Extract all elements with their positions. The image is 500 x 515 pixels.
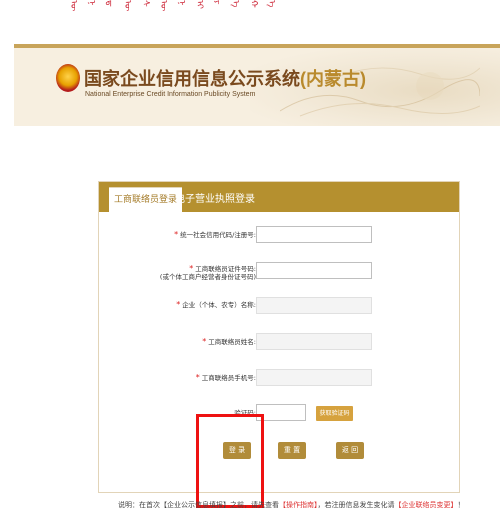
- footer-note: 说明：在首次【企业公示信息填报】之前，请先查看【操作指南】，若注册信息发生变化请…: [118, 500, 465, 510]
- operation-guide-link[interactable]: 【操作指南】: [279, 501, 318, 509]
- credit-code-input[interactable]: [256, 226, 372, 243]
- get-code-button[interactable]: 获取验证码: [316, 406, 353, 421]
- liaison-phone-input[interactable]: [256, 369, 372, 386]
- mongolian-glyph: ᠨ: [86, 0, 96, 6]
- mongolian-glyph: ᠶ: [212, 0, 222, 5]
- mongolian-glyph: ᠦ: [122, 0, 132, 12]
- mongolian-glyph: ᠨ: [176, 0, 186, 6]
- login-tab-bar: 工商联络员登录 电子营业执照登录: [99, 182, 459, 213]
- mongolian-glyph: ᠡ: [266, 0, 276, 8]
- mongolian-glyph: ᠦ: [68, 0, 78, 12]
- footer-suffix: ！: [457, 501, 465, 509]
- liaison-phone-label: * 工商联络员手机号:: [195, 373, 256, 383]
- reset-button[interactable]: 重 置: [278, 442, 306, 459]
- back-button[interactable]: 返 回: [336, 442, 364, 459]
- site-title: 国家企业信用信息公示系统(内蒙古): [84, 65, 366, 91]
- mongolian-glyph: ᠳ: [104, 0, 114, 7]
- liaison-id-label-note: (或个体工商户经营者身份证号码): [159, 273, 256, 281]
- national-emblem-icon: [56, 64, 80, 92]
- credit-code-label: * 统一社会信用代码/注册号:: [174, 230, 256, 240]
- liaison-change-link[interactable]: 【企业联络员变更】: [395, 501, 458, 509]
- mongolian-glyph: ᠢ: [194, 0, 204, 9]
- required-mark: *: [195, 373, 200, 382]
- required-mark: *: [174, 230, 179, 239]
- footer-middle: ，若注册信息发生变化请: [317, 501, 395, 509]
- company-name-label: * 企业（个体、农专）名称:: [176, 300, 256, 310]
- mongolian-glyph: ᠰ: [140, 0, 150, 7]
- highlight-annotation-box: [196, 414, 264, 508]
- mongolian-glyph: ᠡ: [230, 0, 240, 8]
- site-subtitle: National Enterprise Credit Information P…: [85, 91, 256, 98]
- company-name-input[interactable]: [256, 297, 372, 314]
- required-mark: *: [189, 264, 194, 273]
- liaison-name-label: * 工商联络员姓名:: [202, 337, 256, 347]
- site-title-main: 国家企业信用信息公示系统: [84, 69, 300, 89]
- mongolian-script-strip: ᠦ ᠨ ᠳ ᠦ ᠰ ᠦ ᠨ ᠢ ᠶ ᠡ ᠬ ᠡ: [60, 0, 280, 42]
- liaison-id-label: * 工商联络员证件号码: (或个体工商户经营者身份证号码): [159, 264, 256, 282]
- mongolian-glyph: ᠦ: [158, 0, 168, 12]
- liaison-name-input[interactable]: [256, 333, 372, 350]
- required-mark: *: [176, 300, 181, 309]
- footer-prefix: 说明：在首次【企业公示信息填报】之前，请先查看: [118, 501, 279, 509]
- liaison-id-input[interactable]: [256, 262, 372, 279]
- mongolian-glyph: ᠬ: [248, 0, 258, 8]
- site-banner: 国家企业信用信息公示系统(内蒙古) National Enterprise Cr…: [14, 48, 500, 126]
- required-mark: *: [202, 337, 207, 346]
- tab-license-login[interactable]: 电子营业执照登录: [170, 187, 260, 212]
- site-title-region: (内蒙古): [300, 69, 366, 89]
